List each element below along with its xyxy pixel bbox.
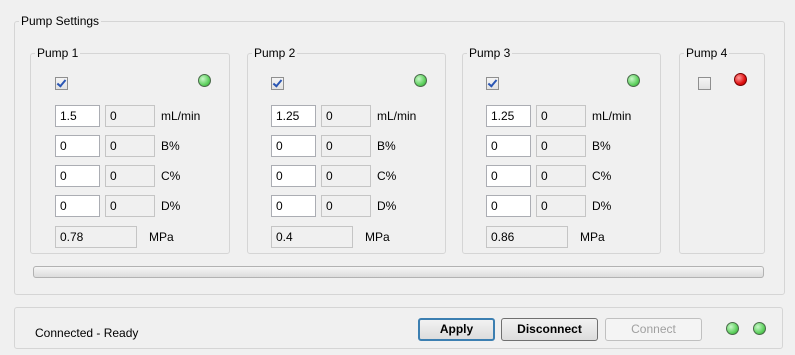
pump-3-flow-input[interactable]: 1.25 (486, 105, 531, 127)
pump-3-d-unit: D% (592, 199, 612, 213)
apply-button[interactable]: Apply (418, 318, 495, 341)
pump-3-status-indicator (627, 74, 640, 87)
pump-2-b-input[interactable]: 0 (271, 135, 316, 157)
pump-1-enable-checkbox[interactable] (55, 77, 68, 90)
pump-3-c-readback: 0 (536, 165, 586, 187)
pump-2-b-unit: B% (377, 139, 396, 153)
pump-3-enable-checkbox[interactable] (486, 77, 499, 90)
pump-3-pressure-readback: 0.86 (486, 226, 568, 248)
pump-2-flow-input[interactable]: 1.25 (271, 105, 316, 127)
pump-2-enable-checkbox[interactable] (271, 77, 284, 90)
pump-1-group: Pump 1 1.5 0 mL/min 0 0 B% 0 0 C% 0 0 D%… (30, 46, 230, 254)
pump-2-flow-readback: 0 (321, 105, 371, 127)
pump-3-flow-unit: mL/min (592, 109, 632, 123)
pump-1-c-unit: C% (161, 169, 181, 183)
pump-2-c-input[interactable]: 0 (271, 165, 316, 187)
pump-2-flow-unit: mL/min (377, 109, 417, 123)
pump-3-title: Pump 3 (469, 46, 511, 60)
pump-3-group: Pump 3 1.25 0 mL/min 0 0 B% 0 0 C% 0 0 D… (462, 46, 661, 254)
pump-1-flow-unit: mL/min (161, 109, 201, 123)
pump-1-flow-readback: 0 (105, 105, 155, 127)
disconnect-button[interactable]: Disconnect (501, 318, 598, 341)
pump-3-d-input[interactable]: 0 (486, 195, 531, 217)
pump-settings-title: Pump Settings (21, 14, 100, 28)
pump-3-b-input[interactable]: 0 (486, 135, 531, 157)
pump-1-c-readback: 0 (105, 165, 155, 187)
pump-3-b-readback: 0 (536, 135, 586, 157)
pump-1-d-unit: D% (161, 199, 181, 213)
pump-2-group: Pump 2 1.25 0 mL/min 0 0 B% 0 0 C% 0 0 D… (247, 46, 446, 254)
pump-3-d-readback: 0 (536, 195, 586, 217)
pump-3-pressure-unit: MPa (580, 230, 605, 244)
pump-3-c-unit: C% (592, 169, 612, 183)
pump-4-group: Pump 4 (679, 46, 765, 254)
pump-2-d-unit: D% (377, 199, 397, 213)
pump-1-d-input[interactable]: 0 (55, 195, 100, 217)
pump-2-c-readback: 0 (321, 165, 371, 187)
pump-1-status-indicator (198, 74, 211, 87)
pump-1-pressure-readback: 0.78 (55, 226, 137, 248)
pump-2-c-unit: C% (377, 169, 397, 183)
pump-2-title: Pump 2 (254, 46, 296, 60)
pump-1-pressure-unit: MPa (149, 230, 174, 244)
pump-3-flow-readback: 0 (536, 105, 586, 127)
pump-1-b-unit: B% (161, 139, 180, 153)
pump-2-pressure-readback: 0.4 (271, 226, 353, 248)
pump-2-b-readback: 0 (321, 135, 371, 157)
pump-1-b-readback: 0 (105, 135, 155, 157)
pump-2-d-readback: 0 (321, 195, 371, 217)
pump-1-d-readback: 0 (105, 195, 155, 217)
pump-1-title: Pump 1 (37, 46, 79, 60)
pump-3-c-input[interactable]: 0 (486, 165, 531, 187)
connection-status-text: Connected - Ready (35, 326, 139, 340)
pump-2-pressure-unit: MPa (365, 230, 390, 244)
pump-3-b-unit: B% (592, 139, 611, 153)
pump-1-c-input[interactable]: 0 (55, 165, 100, 187)
status-indicator-1 (726, 322, 739, 335)
connect-button[interactable]: Connect (605, 318, 702, 341)
pump-4-enable-checkbox[interactable] (698, 77, 711, 90)
pump-4-title: Pump 4 (686, 46, 728, 60)
pump-1-flow-input[interactable]: 1.5 (55, 105, 100, 127)
pump-2-d-input[interactable]: 0 (271, 195, 316, 217)
pump-4-status-indicator (734, 73, 747, 86)
status-indicator-2 (753, 322, 766, 335)
status-bar: Connected - Ready Apply Disconnect Conne… (14, 307, 783, 349)
pump-1-b-input[interactable]: 0 (55, 135, 100, 157)
progress-bar (33, 266, 764, 278)
pump-2-status-indicator (414, 74, 427, 87)
